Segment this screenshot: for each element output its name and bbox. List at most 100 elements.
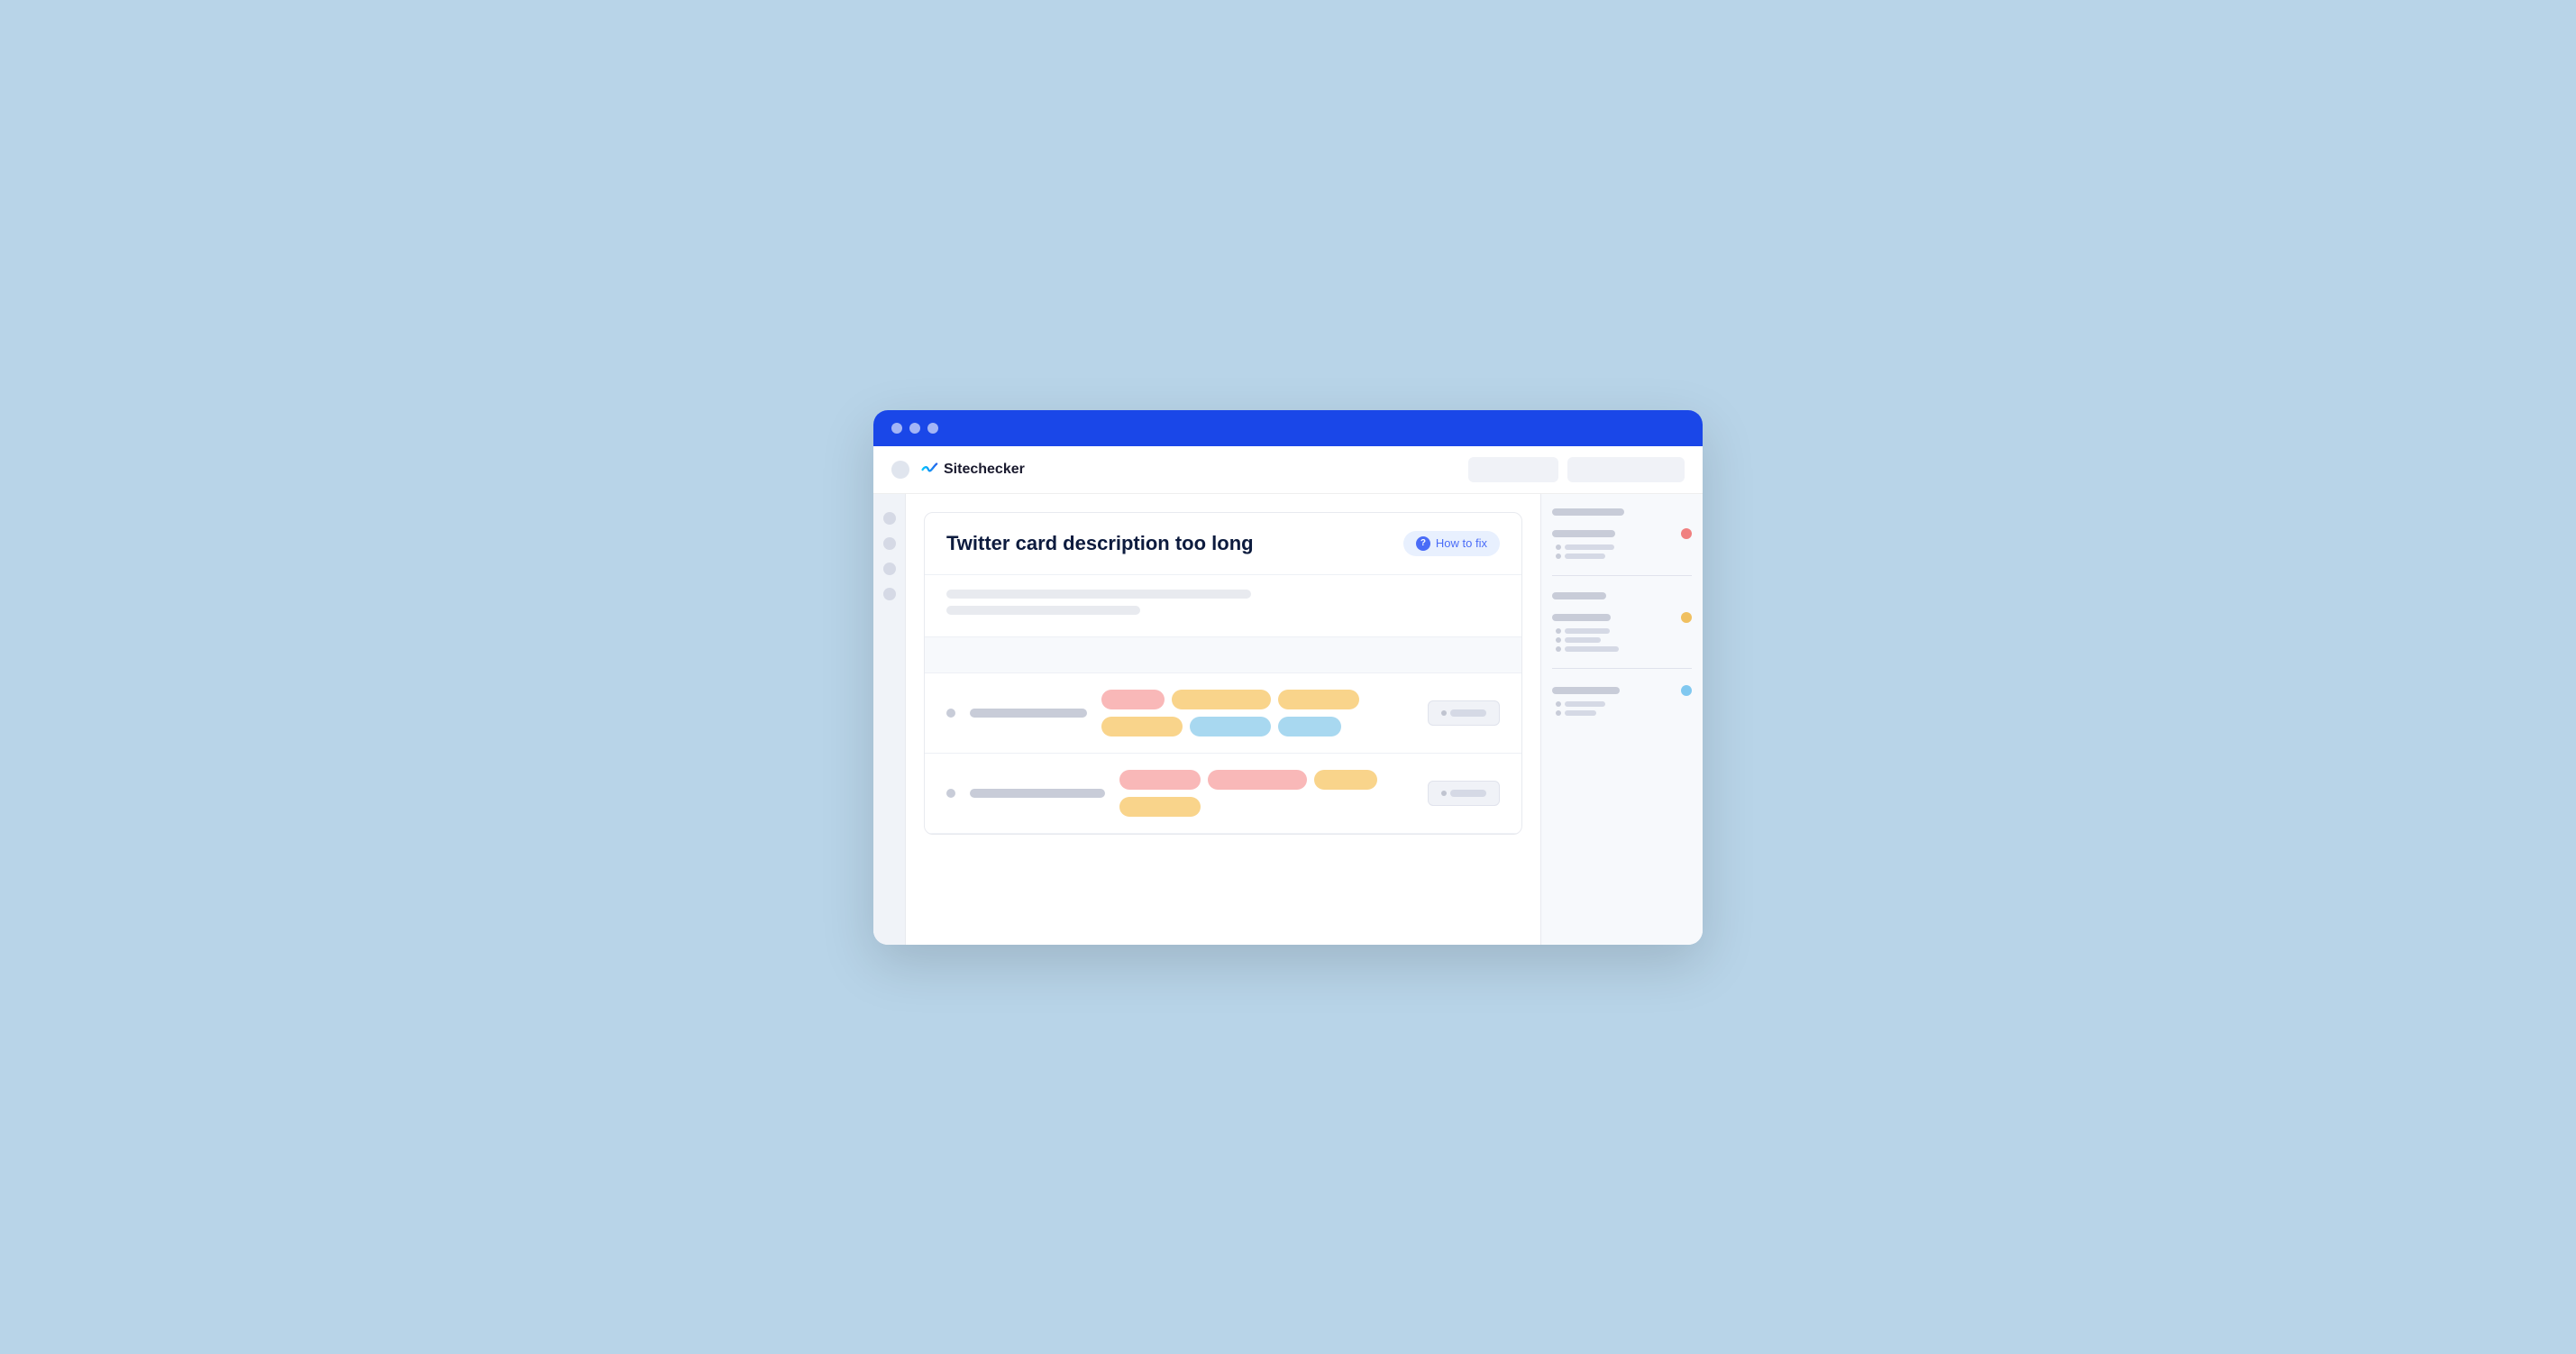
browser-content: Twitter card description too long ? How … [873,494,1703,945]
table-row [925,673,1521,754]
tag-orange-5 [1119,797,1201,817]
row-url-2 [970,789,1105,798]
rs-dot-blue [1681,685,1692,696]
rs-sub-row-1 [1556,544,1692,550]
logo: Sitechecker [918,460,1025,480]
issue-panel: Twitter card description too long ? How … [924,512,1522,835]
action-bar-2 [1450,790,1486,797]
rs-mini-dot-4 [1556,637,1561,643]
window-dot-1 [891,423,902,434]
rs-group-1 [1552,508,1692,516]
row-url-1 [970,709,1087,718]
rs-sub-rows-5 [1552,701,1692,716]
rs-sub-rows-2 [1552,544,1692,559]
rs-divider-2 [1552,668,1692,669]
left-sidebar [873,494,906,945]
filter-bar [925,637,1521,673]
rs-sub-row-4 [1556,637,1692,643]
sidebar-dot-2 [883,537,896,550]
tag-orange-3 [1101,717,1183,736]
rs-row-3 [1552,592,1692,599]
logo-text: Sitechecker [944,462,1025,478]
rs-bar-5 [1552,687,1620,694]
panel-description [925,575,1521,637]
rs-bar-3 [1552,592,1606,599]
rs-dot-red [1681,528,1692,539]
tag-blue-1 [1190,717,1271,736]
browser-window: Sitechecker Twitter card description too… [873,410,1703,945]
row-tags-1 [1101,690,1413,736]
panel-header: Twitter card description too long ? How … [925,513,1521,575]
rs-sub-row-5 [1556,646,1692,652]
tag-orange-1 [1172,690,1271,709]
rs-sub-row-2 [1556,553,1692,559]
tag-pink-3 [1208,770,1307,790]
browser-titlebar [873,410,1703,446]
window-dot-2 [909,423,920,434]
navbar-button-1[interactable] [1468,457,1558,482]
rs-mini-bar-4 [1565,637,1601,643]
action-dot-2 [1441,791,1447,796]
navbar-left: Sitechecker [891,460,1025,480]
rs-row-1 [1552,508,1692,516]
question-icon: ? [1416,536,1430,551]
how-to-fix-button[interactable]: ? How to fix [1403,531,1500,556]
rs-mini-dot-5 [1556,646,1561,652]
rs-group-2 [1552,528,1692,559]
row-action-button-2[interactable] [1428,781,1500,806]
window-dot-3 [927,423,938,434]
navbar-right [1468,457,1685,482]
tag-blue-2 [1278,717,1341,736]
rs-row-2 [1552,528,1692,539]
navbar: Sitechecker [873,446,1703,494]
row-action-button-1[interactable] [1428,700,1500,726]
desc-line-1 [946,590,1251,599]
navbar-button-2[interactable] [1567,457,1685,482]
tag-pink-1 [1101,690,1165,709]
desc-line-2 [946,606,1140,615]
rs-sub-row-3 [1556,628,1692,634]
nav-back-circle [891,461,909,479]
sidebar-dot-1 [883,512,896,525]
rs-group-4 [1552,612,1692,652]
rs-mini-bar-2 [1565,553,1605,559]
action-dot [1441,710,1447,716]
rs-bar-1 [1552,508,1624,516]
rs-mini-bar-3 [1565,628,1610,634]
how-to-fix-label: How to fix [1436,536,1487,550]
rs-group-5 [1552,685,1692,716]
rs-mini-dot-7 [1556,710,1561,716]
rs-mini-dot-2 [1556,553,1561,559]
tag-orange-2 [1278,690,1359,709]
rs-row-4 [1552,612,1692,623]
row-tags-2 [1119,770,1413,817]
rs-divider-1 [1552,575,1692,576]
sidebar-dot-4 [883,588,896,600]
main-content: Twitter card description too long ? How … [906,494,1540,945]
rs-bar-2 [1552,530,1615,537]
right-sidebar [1540,494,1703,945]
action-bar [1450,709,1486,717]
rs-mini-bar-6 [1565,701,1605,707]
logo-icon [918,460,938,480]
sidebar-dot-3 [883,563,896,575]
rs-dot-orange [1681,612,1692,623]
rs-row-5 [1552,685,1692,696]
table-row-2 [925,754,1521,834]
rs-mini-bar-1 [1565,544,1614,550]
rs-sub-row-6 [1556,701,1692,707]
rs-mini-dot-1 [1556,544,1561,550]
row-bullet-1 [946,709,955,718]
rs-group-3 [1552,592,1692,599]
rs-mini-bar-5 [1565,646,1619,652]
rs-mini-dot-6 [1556,701,1561,707]
rs-mini-bar-7 [1565,710,1596,716]
tag-orange-4 [1314,770,1377,790]
rs-mini-dot-3 [1556,628,1561,634]
tag-pink-2 [1119,770,1201,790]
rs-sub-row-7 [1556,710,1692,716]
panel-title: Twitter card description too long [946,532,1254,555]
row-bullet-2 [946,789,955,798]
rs-bar-4 [1552,614,1611,621]
rs-sub-rows-4 [1552,628,1692,652]
